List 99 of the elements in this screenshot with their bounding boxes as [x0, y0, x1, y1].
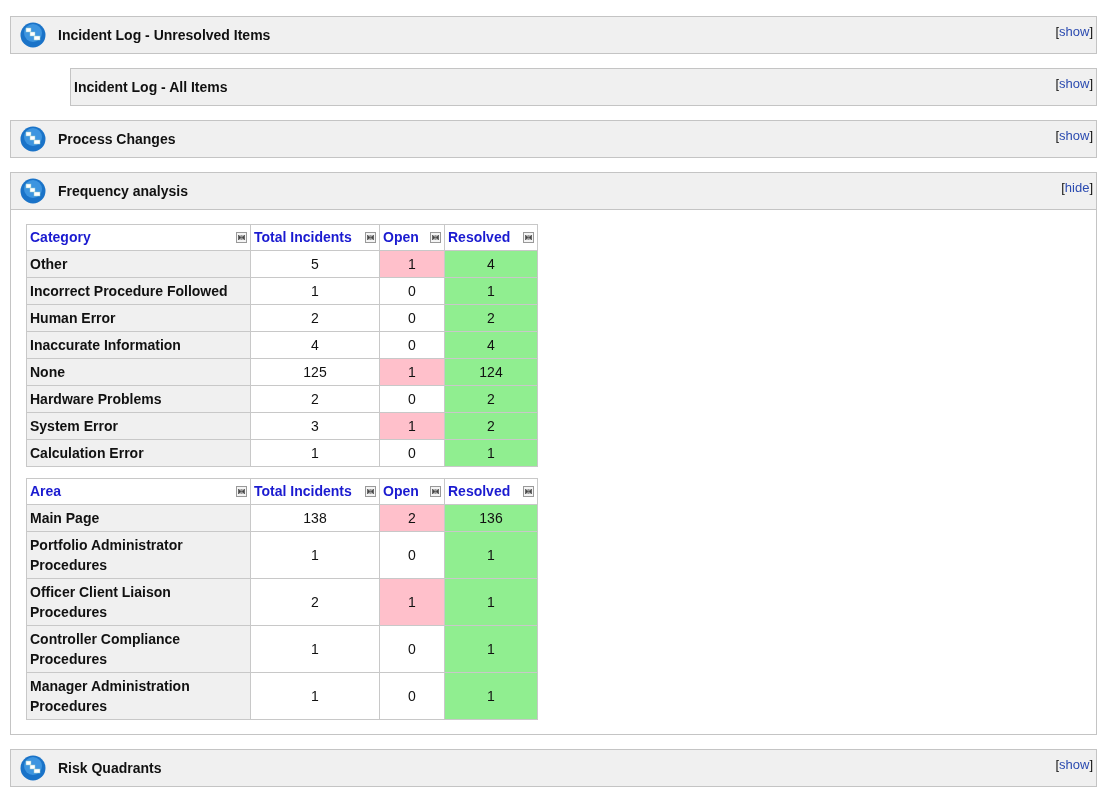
column-label[interactable]: Category — [30, 227, 91, 248]
section-title: Incident Log - Unresolved Items — [58, 25, 271, 45]
column-label[interactable]: Total Incidents — [254, 481, 352, 502]
table-cell: 2 — [250, 304, 380, 332]
category-cell: Controller Compliance Procedures — [26, 625, 251, 673]
bracket: ] — [1089, 75, 1093, 93]
column-header[interactable]: Area — [26, 478, 251, 505]
table-cell: 1 — [444, 625, 538, 673]
sort-icon[interactable] — [365, 486, 376, 497]
table-cell: 4 — [444, 331, 538, 359]
table-cell: 0 — [379, 439, 445, 467]
column-header[interactable]: Resolved — [444, 478, 538, 505]
table-cell: 0 — [379, 672, 445, 720]
table-cell: 5 — [250, 250, 380, 278]
sort-icon[interactable] — [236, 232, 247, 243]
table-cell: 136 — [444, 504, 538, 532]
table-cell: 4 — [444, 250, 538, 278]
table-cell: 1 — [444, 439, 538, 467]
table-cell: 4 — [250, 331, 380, 359]
table-cell: 1 — [444, 531, 538, 579]
column-label[interactable]: Area — [30, 481, 62, 502]
section-icon — [20, 755, 46, 781]
table-cell: 2 — [444, 304, 538, 332]
category-cell: Hardware Problems — [26, 385, 251, 413]
category-cell: Portfolio Administrator Procedures — [26, 531, 251, 579]
category-cell: Calculation Error — [26, 439, 251, 467]
bracket: ] — [1089, 179, 1093, 197]
sort-icon[interactable] — [430, 486, 441, 497]
bracket: ] — [1089, 23, 1093, 41]
toggle-link[interactable]: show — [1059, 22, 1090, 42]
category-cell: Officer Client Liaison Procedures — [26, 578, 251, 626]
table-cell: 1 — [444, 672, 538, 720]
column-header[interactable]: Resolved — [444, 224, 538, 251]
table-cell: 1 — [444, 277, 538, 305]
column-label[interactable]: Resolved — [448, 227, 511, 248]
table-cell: 0 — [379, 625, 445, 673]
column-header[interactable]: Category — [26, 224, 251, 251]
table-cell: 0 — [379, 277, 445, 305]
table-cell: 1 — [250, 277, 380, 305]
table-cell: 1 — [379, 578, 445, 626]
section-icon — [20, 22, 46, 48]
table-cell: 2 — [250, 578, 380, 626]
table-cell: 124 — [444, 358, 538, 386]
table-cell: 2 — [444, 412, 538, 440]
table-cell: 1 — [250, 531, 380, 579]
table-cell: 1 — [250, 439, 380, 467]
category-cell: System Error — [26, 412, 251, 440]
sort-icon[interactable] — [430, 232, 441, 243]
category-cell: Inaccurate Information — [26, 331, 251, 359]
column-label[interactable]: Total Incidents — [254, 227, 352, 248]
table-cell: 1 — [250, 672, 380, 720]
table-cell: 1 — [379, 358, 445, 386]
section-title: Incident Log - All Items — [74, 77, 228, 97]
column-header[interactable]: Total Incidents — [250, 478, 380, 505]
bracket: [ — [1061, 179, 1065, 197]
section-title: Process Changes — [58, 129, 176, 149]
section-title: Frequency analysis — [58, 181, 188, 201]
section-icon — [20, 178, 46, 204]
bracket: [ — [1055, 23, 1059, 41]
column-label[interactable]: Resolved — [448, 481, 511, 502]
table-cell: 2 — [379, 504, 445, 532]
table-cell: 0 — [379, 331, 445, 359]
category-cell: Incorrect Procedure Followed — [26, 277, 251, 305]
column-header[interactable]: Total Incidents — [250, 224, 380, 251]
bracket: [ — [1055, 127, 1059, 145]
bracket: ] — [1089, 127, 1093, 145]
table-cell: 1 — [444, 578, 538, 626]
table-cell: 0 — [379, 531, 445, 579]
toggle-link[interactable]: show — [1059, 126, 1090, 146]
category-cell: Human Error — [26, 304, 251, 332]
table-cell: 125 — [250, 358, 380, 386]
table-cell: 138 — [250, 504, 380, 532]
table-cell: 0 — [379, 304, 445, 332]
bracket: ] — [1089, 756, 1093, 774]
table-cell: 3 — [250, 412, 380, 440]
sort-icon[interactable] — [236, 486, 247, 497]
toggle-link[interactable]: show — [1059, 755, 1090, 775]
column-label[interactable]: Open — [383, 481, 419, 502]
column-header[interactable]: Open — [379, 224, 445, 251]
section-icon — [20, 126, 46, 152]
table-cell: 1 — [250, 625, 380, 673]
sort-icon[interactable] — [365, 232, 376, 243]
table-cell: 1 — [379, 412, 445, 440]
category-cell: None — [26, 358, 251, 386]
category-cell: Manager Administration Procedures — [26, 672, 251, 720]
table-cell: 1 — [379, 250, 445, 278]
bracket: [ — [1055, 756, 1059, 774]
column-label[interactable]: Open — [383, 227, 419, 248]
column-header[interactable]: Open — [379, 478, 445, 505]
table-cell: 2 — [250, 385, 380, 413]
bracket: [ — [1055, 75, 1059, 93]
category-cell: Main Page — [26, 504, 251, 532]
sort-icon[interactable] — [523, 232, 534, 243]
toggle-link[interactable]: show — [1059, 74, 1090, 94]
category-cell: Other — [26, 250, 251, 278]
section-title: Risk Quadrants — [58, 758, 162, 778]
table-cell: 0 — [379, 385, 445, 413]
sort-icon[interactable] — [523, 486, 534, 497]
table-cell: 2 — [444, 385, 538, 413]
